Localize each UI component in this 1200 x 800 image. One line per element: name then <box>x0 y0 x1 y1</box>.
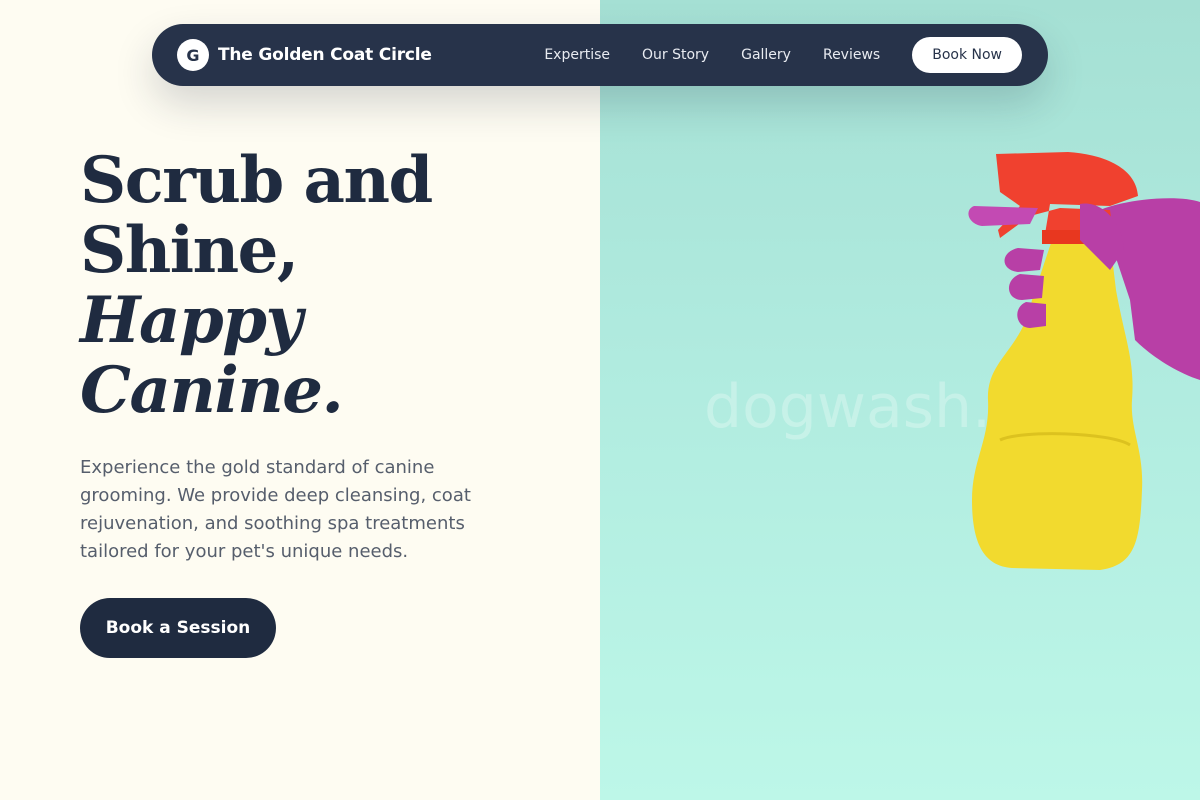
nav-links: Expertise Our Story Gallery Reviews Book… <box>544 37 1022 73</box>
nav-link-our-story[interactable]: Our Story <box>642 47 709 63</box>
book-now-button[interactable]: Book Now <box>912 37 1022 73</box>
book-session-button[interactable]: Book a Session <box>80 598 276 658</box>
nav-link-reviews[interactable]: Reviews <box>823 47 880 63</box>
hero-title: Scrub and Shine, Happy Canine. <box>80 146 550 426</box>
hero-title-line-1: Scrub and <box>80 143 433 218</box>
hero-description: Experience the gold standard of canine g… <box>80 457 471 562</box>
top-navbar: G The Golden Coat Circle Expertise Our S… <box>152 24 1048 86</box>
hero-title-line-4: Canine. <box>80 353 344 428</box>
logo-badge: G <box>177 39 209 71</box>
hero-title-line-2: Shine, <box>80 213 299 288</box>
landing-page: dogwash.site G The Golden Coat Circle Ex… <box>0 0 1200 800</box>
nav-link-gallery[interactable]: Gallery <box>741 47 791 63</box>
hero-title-line-3: Happy <box>80 283 303 358</box>
brand-name: The Golden Coat Circle <box>218 45 432 65</box>
hero-image-panel: dogwash.site <box>600 0 1200 800</box>
nav-link-expertise[interactable]: Expertise <box>544 47 610 63</box>
brand[interactable]: G The Golden Coat Circle <box>177 39 432 71</box>
spray-bottle-photo <box>968 152 1200 570</box>
